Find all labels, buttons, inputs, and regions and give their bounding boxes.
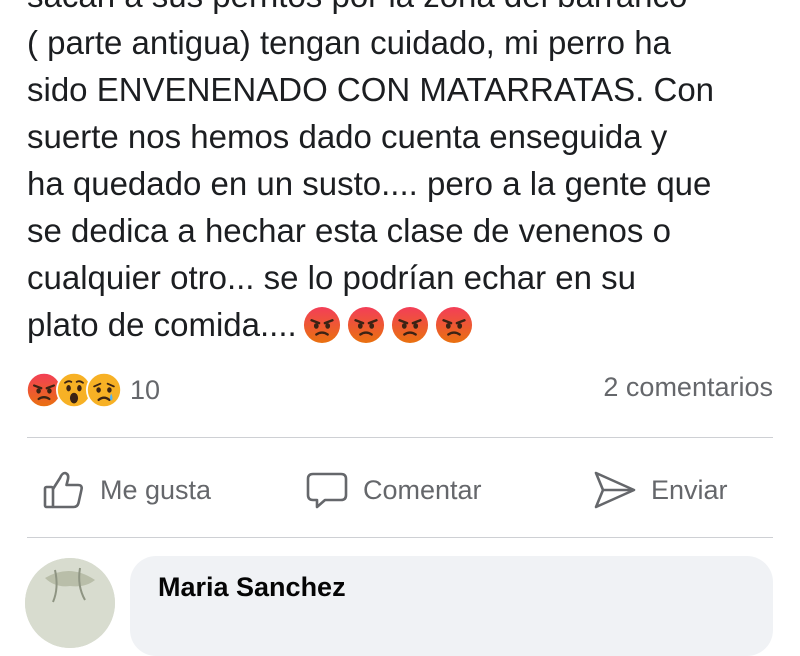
- divider: [27, 437, 773, 438]
- post-text-line: se dedica a hechar esta clase de venenos…: [27, 212, 671, 249]
- thumbs-up-icon: [43, 471, 83, 509]
- reactions-summary[interactable]: 10: [26, 370, 160, 410]
- post-text-last-line: plato de comida....: [27, 301, 787, 348]
- post-text-line: sacan a sus perritos por la zona del bar…: [27, 0, 787, 19]
- like-button[interactable]: Me gusta: [42, 463, 211, 517]
- comment-label: Comentar: [363, 474, 482, 505]
- sad-reaction-icon: [86, 372, 122, 408]
- divider: [27, 537, 773, 538]
- post-text-line: cualquier otro... se lo podrían echar en…: [27, 259, 637, 296]
- post-text-line: ( parte antigua) tengan cuidado, mi perr…: [27, 24, 671, 61]
- comment-author[interactable]: Maria Sanchez: [158, 572, 346, 603]
- post-text: sacan a sus perritos por la zona del bar…: [27, 0, 787, 348]
- post-text-line: suerte nos hemos dado cuenta enseguida y: [27, 118, 668, 155]
- post-text-line: plato de comida....: [27, 306, 297, 343]
- angry-face-icon: [303, 306, 341, 344]
- avatar[interactable]: [25, 558, 115, 648]
- angry-face-icon: [347, 306, 385, 344]
- post-text-line: sido ENVENENADO CON MATARRATAS. Con: [27, 71, 715, 108]
- send-button[interactable]: Enviar: [593, 463, 728, 517]
- speech-bubble-icon: [306, 472, 348, 509]
- like-label: Me gusta: [100, 474, 212, 505]
- comment-button[interactable]: Comentar: [305, 463, 482, 517]
- angry-face-icon: [435, 306, 473, 344]
- angry-face-icon: [391, 306, 429, 344]
- send-label: Enviar: [651, 474, 728, 505]
- comments-count-link[interactable]: 2 comentarios: [603, 372, 773, 403]
- comment-bubble[interactable]: Maria Sanchez: [130, 556, 773, 656]
- reaction-count: 10: [130, 374, 161, 405]
- send-icon: [594, 471, 636, 509]
- post-text-line: ha quedado en un susto.... pero a la gen…: [27, 165, 712, 202]
